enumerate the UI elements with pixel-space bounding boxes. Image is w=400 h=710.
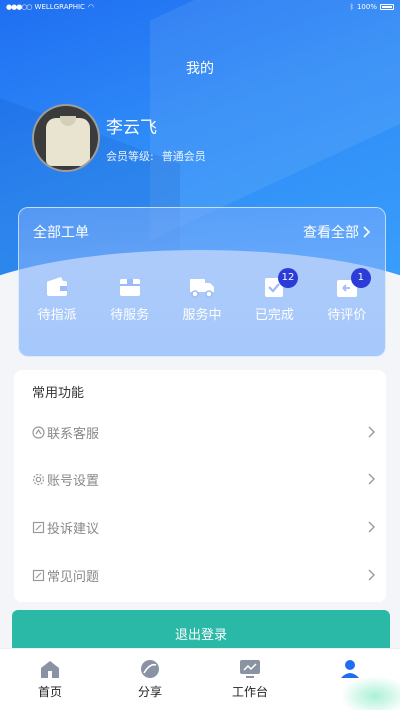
tab-mine[interactable] xyxy=(300,649,400,710)
tab-label: 分享 xyxy=(137,685,162,699)
tab-label: 首页 xyxy=(37,685,62,699)
bluetooth-icon: ᛒ xyxy=(349,3,354,11)
view-all-link[interactable]: 查看全部 xyxy=(303,222,371,242)
chevron-right-icon xyxy=(368,473,375,485)
order-status-pending-assign[interactable]: 待指派 xyxy=(27,276,87,323)
carrier-label: WELLGRAPHIC xyxy=(34,3,85,11)
common-functions-card: 常用功能 联系客服 账号设置 投诉建议 常见问题 xyxy=(14,370,386,602)
orders-title: 全部工单 xyxy=(33,225,89,241)
row-label: 联系客服 xyxy=(47,426,100,442)
profile-section[interactable]: 李云飞 会员等级: 普通会员 xyxy=(32,104,214,172)
tab-home[interactable]: 首页 xyxy=(0,649,100,710)
order-status-label: 待服务 xyxy=(110,308,150,323)
bottom-tab-bar: 首页 分享 工作台 xyxy=(0,648,400,710)
account-settings-row[interactable]: 账号设置 xyxy=(32,467,378,491)
tab-share[interactable]: 分享 xyxy=(100,649,200,710)
battery-icon xyxy=(379,4,394,10)
order-status-label: 已完成 xyxy=(254,308,294,323)
chevron-right-icon xyxy=(363,226,371,238)
home-icon xyxy=(41,661,59,678)
share-icon xyxy=(141,660,159,678)
wallet-icon xyxy=(47,277,68,296)
wifi-icon: ◠ xyxy=(87,3,95,11)
headset-icon xyxy=(32,425,45,439)
orders-card: 全部工单 查看全部 待指派 待服务 服务中 12 已完成 1 待评价 xyxy=(18,207,386,357)
order-status-label: 服务中 xyxy=(182,308,222,323)
gear-icon xyxy=(32,473,45,485)
chevron-right-icon xyxy=(368,521,375,533)
faq-row[interactable]: 常见问题 xyxy=(32,563,378,587)
edit-icon xyxy=(32,569,45,581)
row-label: 账号设置 xyxy=(47,473,100,489)
order-status-label: 待指派 xyxy=(37,308,77,323)
row-label: 常见问题 xyxy=(47,569,100,585)
complaints-row[interactable]: 投诉建议 xyxy=(32,515,378,539)
status-bar: ●●●○○ WELLGRAPHIC ◠ ᛒ 100% xyxy=(0,0,400,14)
member-level: 会员等级: 普通会员 xyxy=(106,148,214,164)
section-title: 常用功能 xyxy=(32,386,85,401)
order-status-completed[interactable]: 12 已完成 xyxy=(244,268,304,323)
contact-support-row[interactable]: 联系客服 xyxy=(32,420,378,444)
order-status-pending-review[interactable]: 1 待评价 xyxy=(317,268,377,323)
order-status-label: 待评价 xyxy=(327,308,367,323)
tab-workbench[interactable]: 工作台 xyxy=(200,649,300,710)
member-level-label: 会员等级: xyxy=(106,149,154,163)
chevron-right-icon xyxy=(368,426,375,438)
member-level-value: 普通会员 xyxy=(161,149,206,163)
user-name: 李云飞 xyxy=(106,117,157,138)
view-all-label: 查看全部 xyxy=(303,225,359,241)
completed-count-badge: 12 xyxy=(277,268,299,288)
tab-label: 工作台 xyxy=(231,685,268,699)
chevron-right-icon xyxy=(368,569,375,581)
signal-icon: ●●●○○ xyxy=(6,3,33,11)
box-icon xyxy=(119,279,140,296)
avatar[interactable] xyxy=(32,104,100,172)
page-title: 我的 xyxy=(186,61,214,77)
battery-label: 100% xyxy=(356,3,377,11)
review-count-badge: 1 xyxy=(350,268,371,288)
order-status-in-service[interactable]: 服务中 xyxy=(172,276,232,323)
monitor-icon xyxy=(240,660,260,678)
row-label: 投诉建议 xyxy=(47,521,100,537)
edit-icon xyxy=(32,521,45,533)
truck-icon xyxy=(189,279,214,298)
order-status-pending-service[interactable]: 待服务 xyxy=(100,276,160,323)
